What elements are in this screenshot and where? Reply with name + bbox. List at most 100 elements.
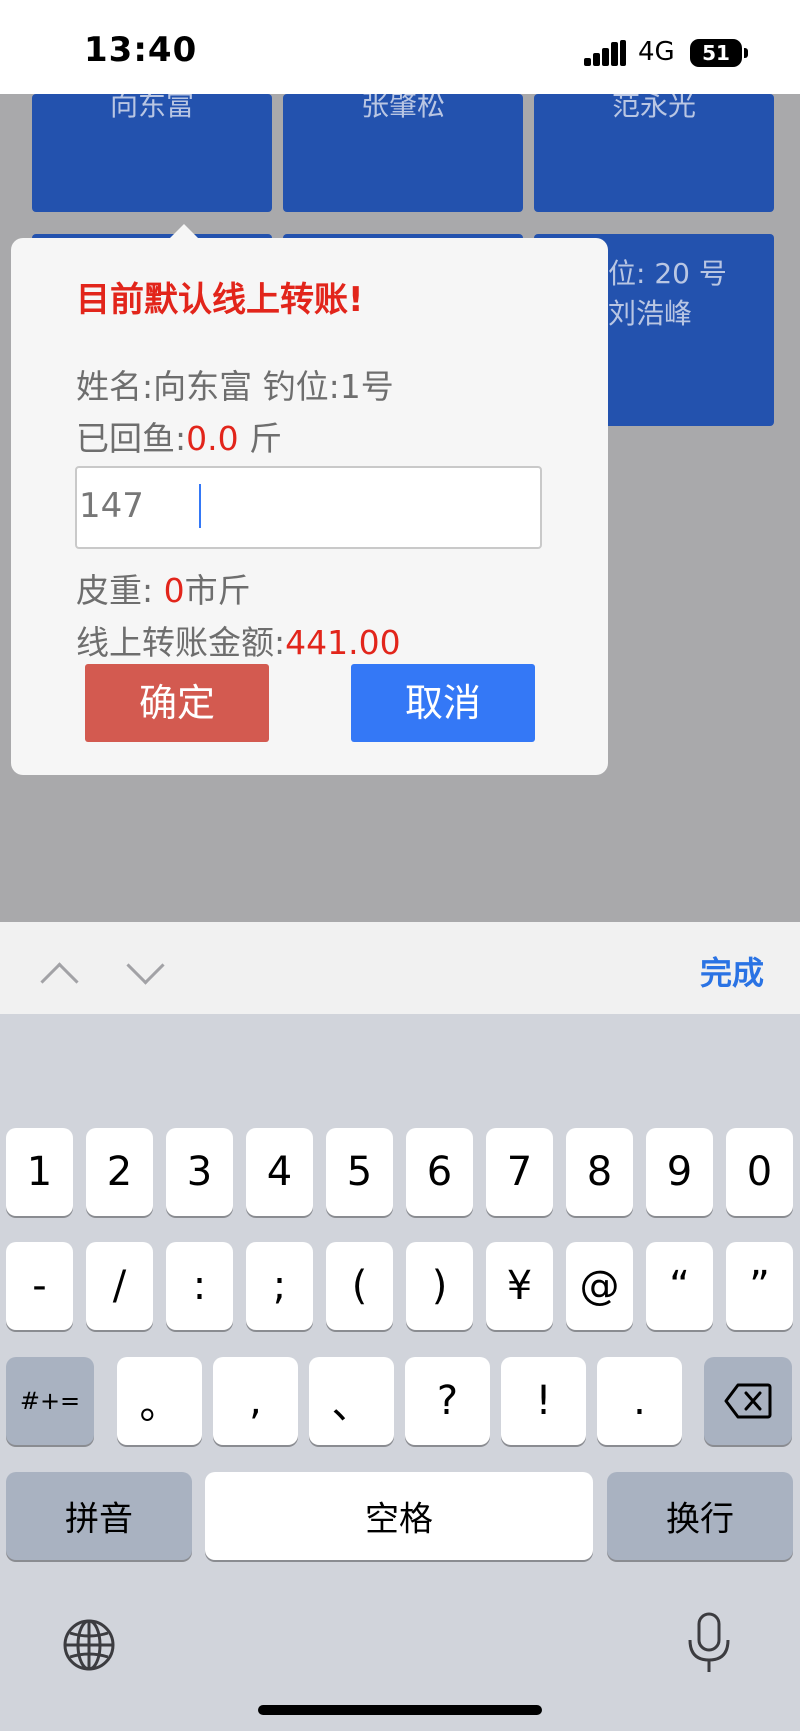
- key-label: 8: [586, 1149, 613, 1195]
- key[interactable]: 4: [246, 1128, 313, 1216]
- key-label: ”: [749, 1263, 770, 1309]
- key[interactable]: 2: [86, 1128, 153, 1216]
- player-info: 姓名:向东富 钓位:1号: [76, 360, 394, 408]
- text-cursor: [199, 484, 201, 528]
- key-label: 7: [506, 1149, 533, 1195]
- microphone-icon[interactable]: [686, 1612, 732, 1676]
- player-name: 向东富: [153, 367, 253, 406]
- dialog-title: 目前默认线上转账!: [76, 280, 364, 320]
- key[interactable]: (: [326, 1242, 393, 1330]
- backspace-icon: [724, 1383, 772, 1419]
- key[interactable]: 5: [326, 1128, 393, 1216]
- player-name: 张肇松: [360, 94, 445, 122]
- player-tile[interactable]: 向东富: [32, 94, 272, 212]
- weight-input-value: 147: [79, 486, 144, 526]
- key[interactable]: 6: [406, 1128, 473, 1216]
- transfer-dialog: 目前默认线上转账! 姓名:向东富 钓位:1号 已回鱼:0.0 斤 147 皮重:…: [11, 238, 608, 775]
- key-label: /: [112, 1263, 127, 1309]
- key-label: ¥: [506, 1263, 533, 1309]
- key-label: ?: [436, 1378, 459, 1424]
- tare-value: 0: [163, 571, 185, 610]
- key[interactable]: 9: [646, 1128, 713, 1216]
- tare-row: 皮重: 0市斤: [76, 564, 251, 612]
- key[interactable]: 。: [117, 1357, 202, 1445]
- key[interactable]: 8: [566, 1128, 633, 1216]
- returned-label: 已回鱼:: [76, 419, 187, 458]
- space-key[interactable]: 空格: [205, 1472, 593, 1560]
- key[interactable]: /: [86, 1242, 153, 1330]
- battery-icon: 51: [690, 39, 742, 67]
- key-label: ): [431, 1263, 448, 1309]
- key-label: 3: [186, 1149, 213, 1195]
- key[interactable]: ,: [213, 1357, 298, 1445]
- player-tile[interactable]: 张肇松: [283, 94, 523, 212]
- player-name: 向东富: [109, 94, 194, 122]
- returned-value: 0.0: [186, 419, 239, 458]
- symbols-switch-key[interactable]: #+=: [6, 1357, 94, 1445]
- key[interactable]: ”: [726, 1242, 793, 1330]
- key-label: #+=: [19, 1387, 81, 1415]
- key[interactable]: 1: [6, 1128, 73, 1216]
- key[interactable]: 0: [726, 1128, 793, 1216]
- key-label: -: [32, 1263, 47, 1309]
- key-label: 6: [426, 1149, 453, 1195]
- name-label: 姓名:: [76, 367, 154, 406]
- status-time: 13:40: [84, 30, 198, 70]
- key-label: :: [192, 1263, 207, 1309]
- tare-label: 皮重:: [76, 571, 154, 610]
- globe-icon[interactable]: [62, 1618, 116, 1672]
- player-seat: 位: 20 号: [608, 257, 727, 290]
- keyboard-toolbar: 完成: [0, 922, 800, 1014]
- key-label: 9: [666, 1149, 693, 1195]
- pinyin-key[interactable]: 拼音: [6, 1472, 192, 1560]
- returned-unit: 斤: [249, 419, 283, 458]
- network-type: 4G: [638, 37, 675, 67]
- chevron-down-icon[interactable]: [126, 946, 165, 985]
- cancel-button[interactable]: 取消: [351, 664, 535, 742]
- tare-unit: 市斤: [184, 571, 251, 610]
- status-bar: 13:40 4G 51: [0, 0, 800, 94]
- battery-tip: [744, 48, 748, 58]
- key-label: 2: [106, 1149, 133, 1195]
- key-label: !: [535, 1378, 552, 1424]
- key[interactable]: ): [406, 1242, 473, 1330]
- confirm-button[interactable]: 确定: [85, 664, 269, 742]
- key[interactable]: 3: [166, 1128, 233, 1216]
- key-label: 换行: [666, 1499, 734, 1540]
- key-label: 0: [746, 1149, 773, 1195]
- key[interactable]: ?: [405, 1357, 490, 1445]
- key[interactable]: ;: [246, 1242, 313, 1330]
- key[interactable]: :: [166, 1242, 233, 1330]
- chevron-up-icon[interactable]: [40, 962, 79, 1001]
- key-label: “: [669, 1263, 690, 1309]
- key[interactable]: 7: [486, 1128, 553, 1216]
- key[interactable]: @: [566, 1242, 633, 1330]
- amount-label: 线上转账金额:: [76, 623, 286, 662]
- backspace-key[interactable]: [704, 1357, 792, 1445]
- seat-number: 1号: [339, 367, 394, 406]
- player-tile[interactable]: 范永光: [534, 94, 774, 212]
- player-name: 刘浩峰: [608, 297, 693, 330]
- weight-input[interactable]: 147: [75, 466, 542, 549]
- done-button[interactable]: 完成: [700, 948, 764, 994]
- return-key[interactable]: 换行: [607, 1472, 793, 1560]
- key-label: 空格: [365, 1499, 433, 1540]
- key[interactable]: “: [646, 1242, 713, 1330]
- amount-row: 线上转账金额:441.00: [76, 616, 401, 664]
- key[interactable]: ¥: [486, 1242, 553, 1330]
- seat-label: 钓位:: [262, 367, 340, 406]
- signal-icon: [584, 40, 626, 66]
- amount-value: 441.00: [285, 623, 401, 662]
- key-label: 。: [139, 1382, 180, 1428]
- key[interactable]: 、: [309, 1357, 394, 1445]
- key[interactable]: !: [501, 1357, 586, 1445]
- home-indicator[interactable]: [258, 1705, 542, 1715]
- key[interactable]: .: [597, 1357, 682, 1445]
- player-name: 范永光: [611, 94, 696, 122]
- key-label: 拼音: [65, 1499, 133, 1540]
- keyboard: 1 2 3 4 5 6 7 8 9 0 - / : ; ( ) ¥ @ “ ” …: [0, 1014, 800, 1731]
- key-label: 、: [331, 1382, 372, 1428]
- key[interactable]: -: [6, 1242, 73, 1330]
- key-label: ,: [249, 1378, 262, 1424]
- key-label: 1: [26, 1149, 53, 1195]
